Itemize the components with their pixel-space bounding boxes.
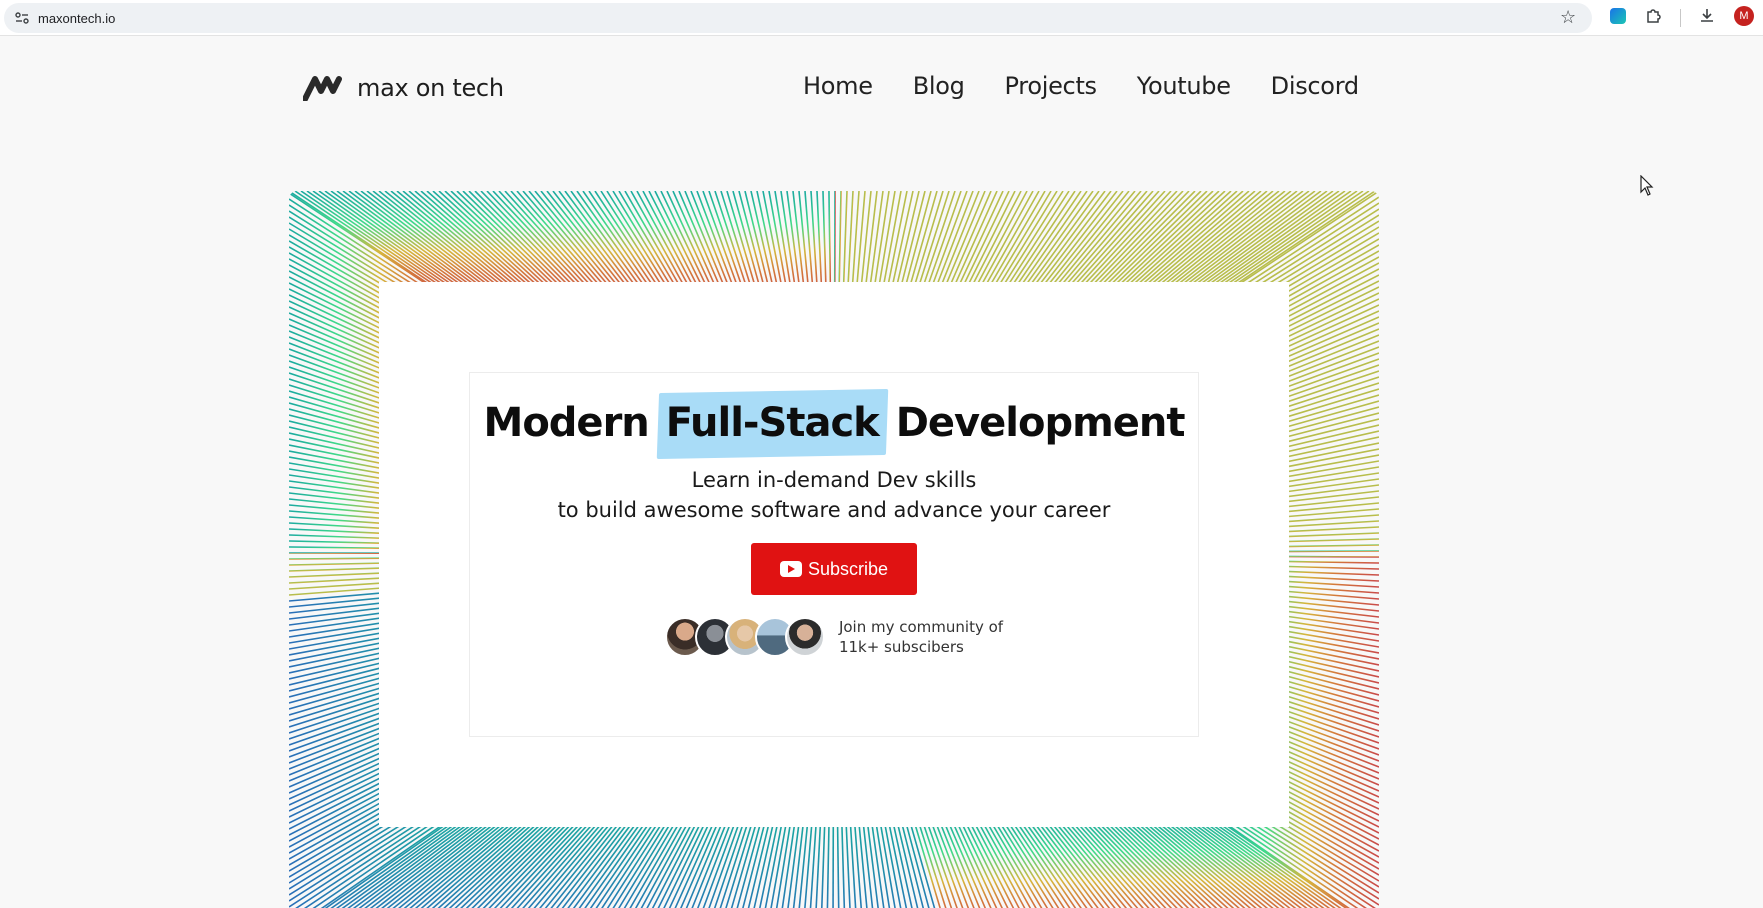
- nav-home[interactable]: Home: [803, 72, 873, 100]
- community-text: Join my community of 11k+ subscibers: [839, 617, 1003, 657]
- ray-line: [787, 817, 801, 908]
- logo-text: max on tech: [357, 74, 504, 102]
- hero-frame: Modern Full-Stack Development Learn in-d…: [289, 191, 1379, 908]
- community-line-1: Join my community of: [838, 618, 1004, 636]
- nav-projects[interactable]: Projects: [1005, 72, 1098, 100]
- main-nav: Home Blog Projects Youtube Discord: [803, 72, 1359, 100]
- youtube-play-icon: [779, 561, 802, 577]
- nav-youtube[interactable]: Youtube: [1137, 72, 1231, 100]
- ray-line: [826, 817, 830, 908]
- hero-headline: Modern Full-Stack Development: [470, 397, 1198, 449]
- site-info-icon[interactable]: [14, 10, 30, 26]
- ray-line: [753, 817, 776, 908]
- mouse-cursor-icon: [1640, 175, 1654, 196]
- hero-card: Modern Full-Stack Development Learn in-d…: [469, 372, 1199, 737]
- community-row: Join my community of 11k+ subscibers: [470, 617, 1198, 657]
- logo-mark-icon: [303, 76, 342, 101]
- ray-line: [840, 817, 846, 908]
- download-icon[interactable]: [1698, 7, 1716, 25]
- hero-subline: Learn in-demand Dev skills to build awes…: [470, 465, 1198, 525]
- ray-line: [866, 817, 879, 908]
- profile-avatar[interactable]: M: [1734, 6, 1754, 26]
- subscriber-avatars: [664, 617, 825, 657]
- extension-icon[interactable]: [1610, 8, 1626, 24]
- nav-discord[interactable]: Discord: [1271, 72, 1359, 100]
- url-text[interactable]: maxontech.io: [38, 11, 115, 26]
- ray-line: [853, 817, 863, 908]
- toolbar-divider: [1680, 9, 1681, 27]
- ray-line: [809, 817, 818, 908]
- subscribe-button[interactable]: Subscribe: [751, 543, 917, 595]
- community-line-2: 11k+ subscibers: [838, 638, 964, 656]
- ray-line: [870, 817, 885, 908]
- nav-blog[interactable]: Blog: [913, 72, 965, 100]
- ray-line: [820, 817, 826, 908]
- address-bar[interactable]: maxontech.io ☆: [4, 3, 1592, 33]
- headline-highlight: Full-Stack: [662, 397, 883, 449]
- subline-2: to build awesome software and advance yo…: [557, 498, 1111, 522]
- subline-1: Learn in-demand Dev skills: [691, 468, 977, 492]
- subscribe-label: Subscribe: [807, 558, 889, 579]
- ray-line: [836, 817, 840, 908]
- extensions-puzzle-icon[interactable]: [1645, 7, 1663, 25]
- headline-word-development: Development: [895, 400, 1186, 446]
- site-logo[interactable]: max on tech: [303, 74, 504, 102]
- headline-word-modern: Modern: [483, 400, 650, 446]
- avatar: [784, 617, 825, 657]
- bookmark-star-icon[interactable]: ☆: [1560, 8, 1576, 28]
- headline-word-fullstack: Full-Stack: [665, 400, 880, 446]
- ray-line: [781, 817, 797, 908]
- browser-toolbar: maxontech.io ☆ M: [0, 0, 1763, 36]
